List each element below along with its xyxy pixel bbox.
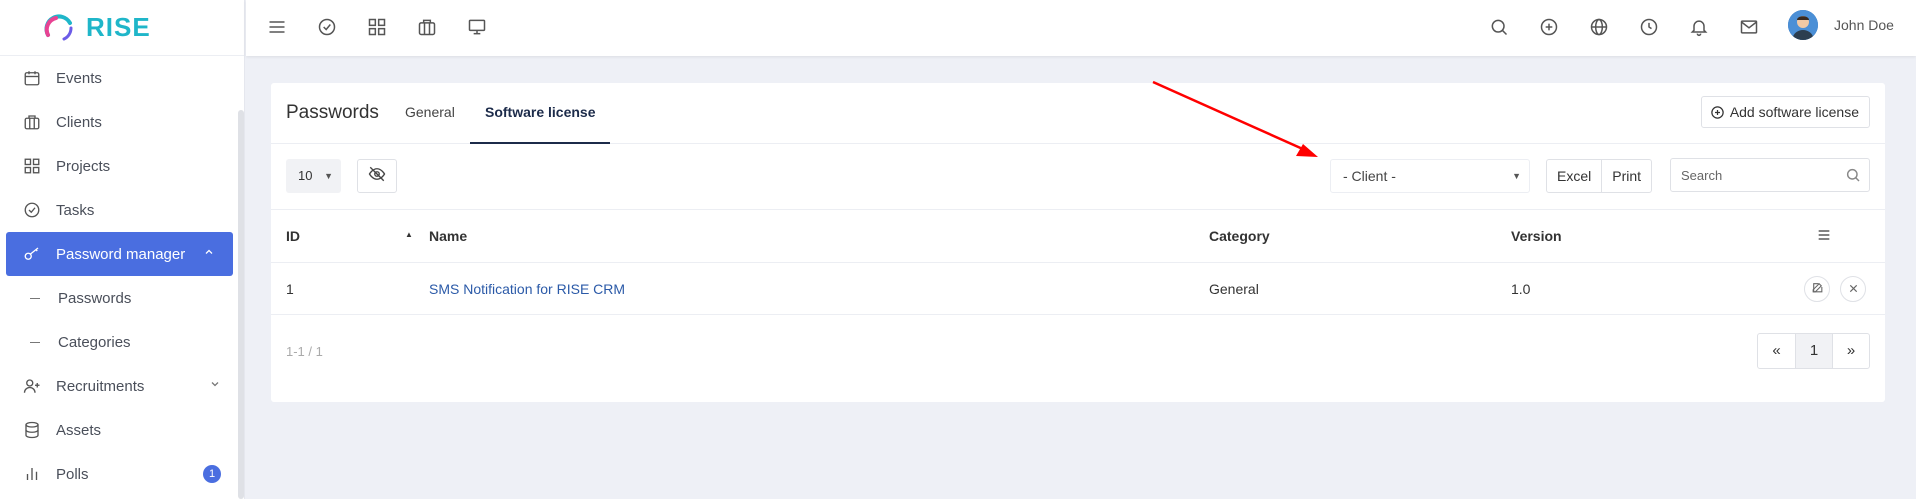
pagination: « 1 » (1757, 333, 1870, 369)
chevron-down-icon (209, 377, 221, 394)
table-toolbar: 10 ▼ - Client - ▼ Excel Print (271, 144, 1885, 210)
bell-icon[interactable] (1686, 14, 1712, 40)
brand[interactable]: RISE (0, 0, 244, 56)
key-icon (22, 244, 42, 264)
cell-id: 1 (286, 281, 294, 297)
sidebar-menu: Events Clients Projects Tasks Password m… (0, 56, 239, 496)
calendar-icon (22, 68, 42, 88)
avatar[interactable] (1788, 10, 1818, 40)
cell-category: General (1209, 281, 1259, 297)
page-number-button[interactable]: 1 (1795, 334, 1832, 368)
column-header-id[interactable]: ID (286, 228, 300, 244)
rise-logo-icon (42, 11, 76, 45)
plus-circle-icon (1710, 105, 1725, 120)
column-header-category[interactable]: Category (1209, 228, 1270, 244)
menu-icon[interactable] (264, 14, 290, 40)
sidebar-item-label: Password manager (56, 245, 186, 263)
sidebar-item-label: Projects (56, 157, 111, 175)
tab-general[interactable]: General (405, 104, 455, 120)
monitor-icon[interactable] (464, 14, 490, 40)
delete-button[interactable] (1840, 276, 1866, 302)
next-page-button[interactable]: » (1832, 334, 1869, 368)
column-options-icon[interactable] (1816, 227, 1832, 246)
excel-button[interactable]: Excel (1547, 160, 1603, 192)
sidebar-item-label: Events (56, 69, 102, 87)
grid-icon[interactable] (364, 14, 390, 40)
mail-icon[interactable] (1736, 14, 1762, 40)
user-name[interactable]: John Doe (1834, 17, 1894, 33)
table-header: ID ▲ Name Category Version (271, 210, 1885, 263)
column-visibility-button[interactable] (357, 159, 397, 193)
plus-circle-icon[interactable] (1536, 14, 1562, 40)
sidebar: RISE Events Clients Projects Tasks Passw… (0, 0, 245, 499)
sidebar-item-label: Polls (56, 465, 89, 483)
export-button-group: Excel Print (1546, 159, 1653, 193)
sidebar-item-categories[interactable]: Categories (0, 320, 239, 364)
pagination-info: 1-1 / 1 (286, 344, 323, 359)
sidebar-item-assets[interactable]: Assets (0, 408, 239, 452)
globe-icon[interactable] (1586, 14, 1612, 40)
page-size-value: 10 (298, 168, 313, 183)
grid-icon (22, 156, 42, 176)
topbar: John Doe (246, 0, 1916, 56)
close-icon (1848, 281, 1859, 297)
sidebar-item-polls[interactable]: Polls 1 (0, 452, 239, 496)
card-header: Passwords General Software license Add s… (271, 83, 1885, 144)
sidebar-item-passwords[interactable]: Passwords (0, 276, 239, 320)
check-circle-icon (22, 200, 42, 220)
sidebar-item-label: Clients (56, 113, 102, 131)
briefcase-icon (22, 112, 42, 132)
sidebar-item-events[interactable]: Events (0, 56, 239, 100)
sidebar-item-label: Assets (56, 421, 102, 439)
bar-chart-icon (22, 464, 42, 484)
table-row: 1 SMS Notification for RISE CRM General … (271, 263, 1885, 315)
sidebar-item-projects[interactable]: Projects (0, 144, 239, 188)
chevron-up-icon (203, 245, 215, 262)
clock-icon[interactable] (1636, 14, 1662, 40)
column-header-name[interactable]: Name (429, 228, 467, 244)
search-icon[interactable] (1845, 167, 1861, 188)
tab-software-license[interactable]: Software license (485, 104, 596, 120)
sidebar-item-password-manager[interactable]: Password manager (6, 232, 233, 276)
table-footer: 1-1 / 1 « 1 » (271, 315, 1885, 385)
search-input[interactable] (1671, 159, 1831, 191)
caret-down-icon: ▼ (1512, 171, 1521, 181)
polls-count-badge: 1 (203, 465, 221, 483)
page-size-select[interactable]: 10 ▼ (286, 159, 341, 193)
sidebar-item-label: Passwords (58, 289, 132, 307)
dash-icon (30, 297, 40, 299)
column-header-version[interactable]: Version (1511, 228, 1562, 244)
cell-version: 1.0 (1511, 281, 1531, 297)
database-icon (22, 420, 42, 440)
client-filter-value: - Client - (1343, 168, 1396, 184)
sidebar-item-label: Tasks (56, 201, 95, 219)
edit-button[interactable] (1804, 276, 1830, 302)
edit-icon (1811, 281, 1824, 297)
sidebar-item-tasks[interactable]: Tasks (0, 188, 239, 232)
print-button[interactable]: Print (1602, 160, 1651, 192)
page-title: Passwords (286, 102, 379, 123)
search-box (1670, 158, 1870, 192)
cell-name-link[interactable]: SMS Notification for RISE CRM (429, 281, 625, 297)
sidebar-item-clients[interactable]: Clients (0, 100, 239, 144)
sidebar-item-label: Categories (58, 333, 131, 351)
sidebar-scrollbar[interactable] (238, 110, 244, 499)
add-software-license-button[interactable]: Add software license (1700, 96, 1870, 128)
add-button-label: Add software license (1729, 104, 1859, 120)
sort-asc-icon[interactable]: ▲ (405, 230, 413, 239)
search-icon[interactable] (1486, 14, 1512, 40)
caret-down-icon: ▼ (324, 171, 333, 181)
password-card: Passwords General Software license Add s… (271, 83, 1885, 402)
eye-off-icon (368, 165, 386, 188)
user-plus-icon (22, 376, 42, 396)
briefcase-icon[interactable] (414, 14, 440, 40)
brand-name: RISE (86, 12, 151, 42)
previous-page-button[interactable]: « (1758, 334, 1795, 368)
sidebar-item-label: Recruitments (56, 377, 145, 395)
sidebar-item-recruitments[interactable]: Recruitments (0, 364, 239, 408)
check-circle-icon[interactable] (314, 14, 340, 40)
client-filter-select[interactable]: - Client - ▼ (1330, 159, 1530, 193)
dash-icon (30, 341, 40, 343)
